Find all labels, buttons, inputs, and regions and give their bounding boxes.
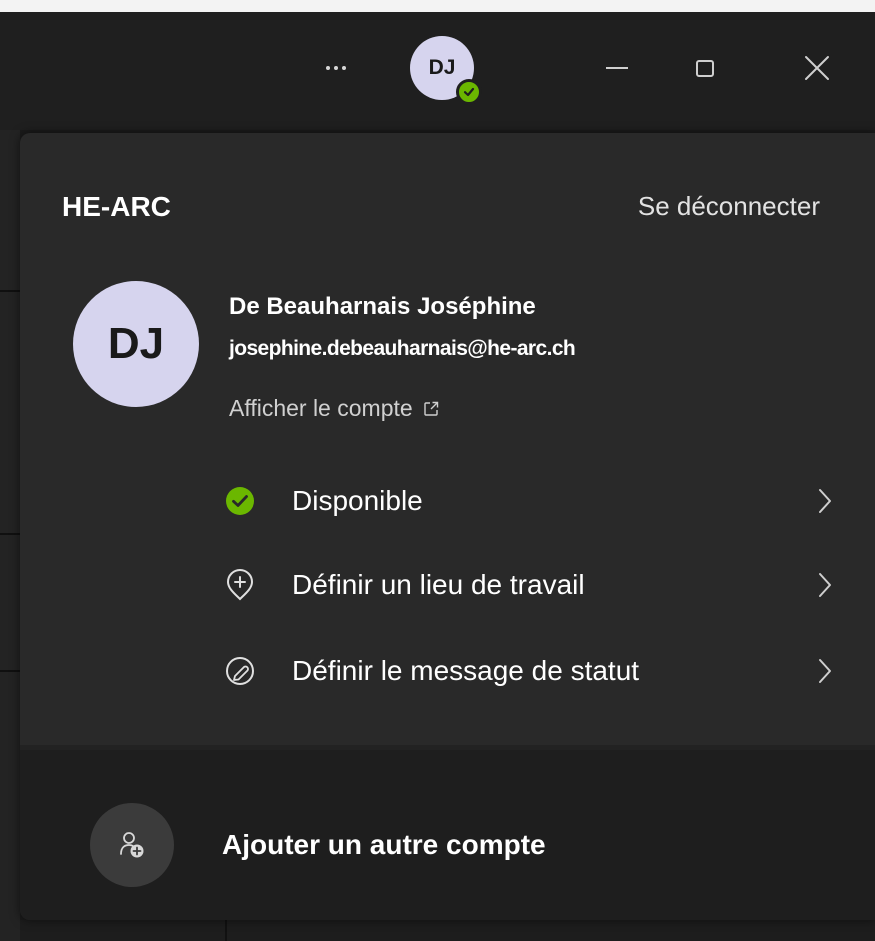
user-name: De Beauharnais Joséphine [229, 293, 536, 320]
sign-out-link[interactable]: Se déconnecter [638, 191, 820, 222]
view-account-link[interactable]: Afficher le compte [229, 395, 439, 422]
background-left-edge [0, 0, 20, 941]
background-divider [0, 670, 20, 672]
title-bar: DJ [0, 0, 875, 130]
status-available-label: Disponible [292, 485, 423, 516]
set-work-location-label: Définir un lieu de travail [292, 569, 585, 600]
external-link-icon [423, 401, 438, 416]
profile-avatar-button[interactable]: DJ [410, 36, 482, 105]
close-icon [805, 56, 829, 80]
background-divider [0, 533, 20, 535]
add-account-section[interactable]: Ajouter un autre compte [20, 750, 875, 920]
title-bar-top-strip [0, 0, 875, 12]
background-bottom [20, 920, 875, 941]
close-button[interactable] [793, 44, 841, 92]
minimize-button[interactable] [593, 44, 641, 92]
location-pin-add-icon [225, 569, 255, 601]
background-divider [0, 290, 20, 292]
available-check-icon [225, 486, 255, 516]
chevron-right-icon [815, 570, 835, 600]
set-work-location-item[interactable]: Définir un lieu de travail [225, 557, 835, 613]
status-available-item[interactable]: Disponible [225, 473, 835, 529]
add-account-label: Ajouter un autre compte [222, 829, 546, 860]
chevron-right-icon [815, 656, 835, 686]
minimize-icon [606, 67, 628, 69]
user-avatar: DJ [73, 281, 199, 407]
set-status-message-label: Définir le message de statut [292, 655, 640, 686]
more-options-button[interactable] [314, 48, 358, 88]
status-message-icon [225, 656, 255, 686]
view-account-label: Afficher le compte [229, 395, 413, 421]
organization-name: HE-ARC [62, 191, 171, 222]
set-status-message-item[interactable]: Définir le message de statut [225, 643, 835, 699]
maximize-button[interactable] [681, 44, 729, 92]
user-email: josephine.debeauharnais@he-arc.ch [229, 337, 576, 360]
avatar-initials: DJ [428, 56, 456, 79]
maximize-icon [696, 59, 714, 77]
user-avatar-initials: DJ [107, 319, 165, 368]
account-panel: HE-ARC Se déconnecter DJ De Beauharnais … [20, 133, 875, 920]
chevron-right-icon [815, 486, 835, 516]
add-person-icon [90, 803, 174, 887]
presence-available-icon [456, 79, 482, 105]
